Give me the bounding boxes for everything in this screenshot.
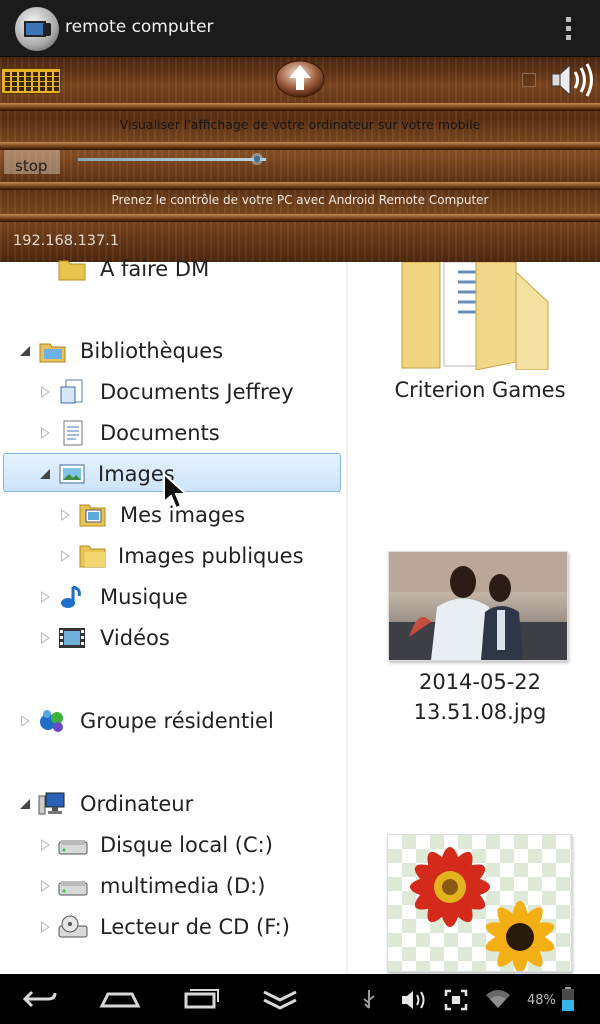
expand-arrow-icon[interactable]: [38, 374, 54, 410]
pictures-folder-icon: [79, 502, 107, 528]
expand-arrow-icon[interactable]: [38, 909, 54, 945]
videos-icon: [58, 625, 86, 651]
tree-item-lecteur-cd-f[interactable]: Lecteur de CD (F:): [38, 909, 338, 945]
mouse-cursor-icon: [163, 472, 189, 510]
tree-item-documents-jeffrey[interactable]: Documents Jeffrey: [38, 374, 338, 410]
item-label[interactable]: 2014-05-22: [360, 667, 600, 697]
shelf-divider: [0, 142, 600, 150]
libraries-icon: [38, 338, 66, 364]
ip-address: 192.168.137.1: [13, 233, 120, 249]
expand-arrow-icon[interactable]: [58, 497, 74, 533]
slider-thumb[interactable]: [250, 153, 263, 165]
folder-icon: [79, 543, 107, 569]
take-control-text: Prenez le contrôle de votre PC avec Andr…: [111, 193, 489, 207]
homegroup-icon: [38, 708, 66, 734]
expand-arrow-icon[interactable]: [38, 579, 54, 615]
expand-arrow-icon[interactable]: [18, 333, 34, 369]
item-label[interactable]: Criterion Games: [360, 378, 600, 402]
usb-icon: [363, 990, 375, 1009]
expand-arrow-icon[interactable]: [38, 620, 54, 656]
expand-arrow-icon[interactable]: [38, 827, 54, 863]
drive-icon: [58, 832, 88, 858]
tree-item-musique[interactable]: Musique: [38, 579, 338, 615]
flower-image-thumbnail[interactable]: [387, 834, 572, 972]
app-title: remote computer: [65, 17, 214, 37]
recent-apps-icon[interactable]: [178, 982, 222, 1016]
shelf-divider: [0, 103, 600, 111]
quality-slider[interactable]: [78, 158, 266, 161]
battery-icon: [562, 987, 574, 1011]
expand-arrow-icon[interactable]: [18, 703, 34, 739]
upload-arrow-icon[interactable]: [275, 59, 325, 99]
music-icon: [59, 584, 87, 610]
tree-item-ordinateur[interactable]: Ordinateur: [18, 786, 338, 822]
tree-item-documents[interactable]: Documents: [38, 415, 338, 451]
expand-arrow-icon[interactable]: [38, 868, 54, 904]
item-label[interactable]: 13.51.08.jpg: [360, 697, 600, 727]
expand-arrow-icon[interactable]: [38, 415, 54, 451]
documents-library-icon: [58, 379, 86, 405]
expand-arrow-icon[interactable]: [58, 538, 74, 574]
tree-item-groupe-residentiel[interactable]: Groupe résidentiel: [18, 703, 338, 739]
tree-item-videos[interactable]: Vidéos: [38, 620, 338, 656]
tree-item-bibliotheques[interactable]: Bibliothèques: [18, 333, 338, 369]
folder-criterion-games-icon[interactable]: [398, 262, 558, 370]
photo-thumbnail[interactable]: [388, 551, 568, 661]
tree-item-a-faire-dm[interactable]: A faire DM: [40, 251, 340, 287]
wifi-icon: [486, 990, 510, 1008]
shelf-divider: [0, 182, 600, 190]
stop-button[interactable]: stop: [4, 150, 60, 175]
app-icon[interactable]: [15, 7, 59, 51]
checkbox[interactable]: [522, 73, 536, 87]
navigation-bar: 48%: [0, 974, 600, 1024]
cd-drive-icon: [58, 914, 88, 940]
tree-item-multimedia-d[interactable]: multimedia (D:): [38, 868, 338, 904]
tree-item-disque-local-c[interactable]: Disque local (C:): [38, 827, 338, 863]
images-library-icon: [58, 461, 86, 487]
document-icon: [60, 420, 88, 446]
expand-arrow-icon[interactable]: [38, 456, 54, 492]
computer-icon: [38, 791, 66, 817]
tree-item-images-publiques[interactable]: Images publiques: [58, 538, 338, 574]
overflow-menu-icon[interactable]: [558, 14, 578, 42]
expand-arrow-icon[interactable]: [18, 786, 34, 822]
keyboard-icon[interactable]: [1, 68, 61, 94]
back-icon[interactable]: [18, 982, 62, 1016]
shelf-divider: [0, 214, 600, 222]
volume-icon[interactable]: [400, 988, 428, 1012]
battery-percentage: 48%: [527, 993, 556, 1008]
screenshot-icon[interactable]: [444, 989, 468, 1011]
tree-item-mes-images[interactable]: Mes images: [58, 497, 338, 533]
speaker-icon[interactable]: [550, 61, 596, 99]
home-icon[interactable]: [98, 982, 142, 1016]
hide-keyboard-icon[interactable]: [258, 982, 302, 1016]
action-bar: remote computer: [0, 0, 600, 58]
pane-divider[interactable]: [346, 262, 348, 974]
folder-icon: [58, 256, 86, 282]
drive-icon: [58, 873, 88, 899]
view-screen-text: Visualiser l'affichage de votre ordinate…: [119, 117, 481, 132]
